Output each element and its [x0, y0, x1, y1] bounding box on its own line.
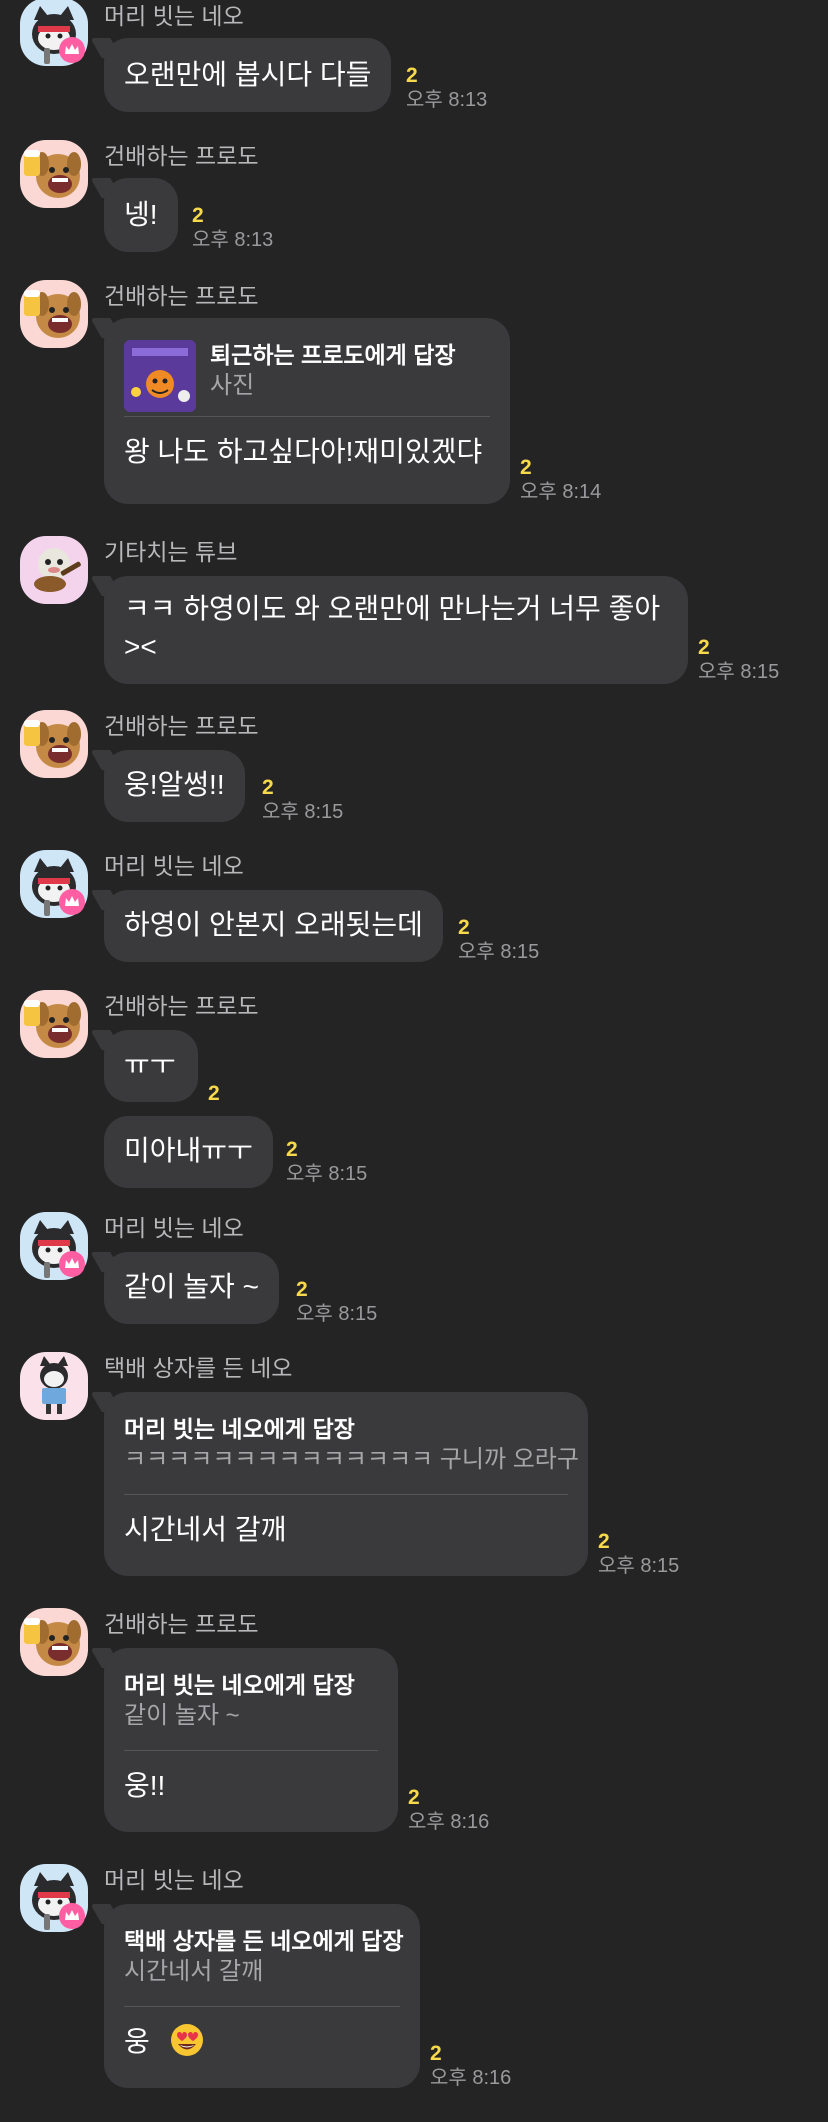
heart-eyes-emoji-icon [170, 2023, 204, 2057]
photo-thumbnail-icon[interactable] [124, 340, 196, 412]
message-bubble[interactable]: 하영이 안본지 오래됫는데 [104, 890, 443, 962]
reply-quote: 사진 [210, 372, 255, 399]
message-text-line: >< [124, 631, 157, 662]
unread-count: 2 [430, 2042, 442, 2065]
message-time: 오후 8:16 [408, 1811, 490, 1833]
message-time: 오후 8:15 [698, 661, 780, 683]
unread-count: 2 [262, 776, 274, 799]
neo-brushing-icon[interactable] [20, 850, 88, 918]
message-meta: 2 [208, 1082, 220, 1106]
message-time: 오후 8:13 [192, 229, 274, 251]
unread-count: 2 [520, 456, 532, 479]
sender-name: 건배하는 프로도 [104, 993, 259, 1019]
message-text: 왕 나도 하고싶다아!재미있겠댜 [124, 436, 483, 467]
reply-target: 택배 상자를 든 네오에게 답장 [124, 1928, 404, 1954]
frodo-cheers-icon[interactable] [20, 710, 88, 778]
message-meta: 2 오후 8:15 [458, 916, 539, 964]
message-bubble[interactable]: 웅!알썽!! [104, 750, 245, 822]
message-meta: 2 오후 8:13 [406, 64, 487, 112]
chat-room: 머리 빗는 네오 오랜만에 봅시다 다들 2 오후 8:13 건배하는 프로도 … [0, 0, 828, 2122]
unread-count: 2 [192, 204, 204, 227]
sender-name: 건배하는 프로도 [104, 713, 259, 739]
reply-bubble[interactable]: 머리 빗는 네오에게 답장 같이 놀자 ~ 웅!! [104, 1648, 398, 1832]
message-meta: 2 오후 8:13 [192, 204, 273, 252]
sender-name: 머리 빗는 네오 [104, 853, 244, 879]
reply-bubble[interactable]: 택배 상자를 든 네오에게 답장 시간네서 갈깨 웅 [104, 1904, 420, 2088]
message-bubble[interactable]: 오랜만에 봅시다 다들 [104, 38, 392, 112]
unread-count: 2 [458, 916, 470, 939]
message-meta: 2 오후 8:16 [430, 2042, 511, 2090]
sender-name: 머리 빗는 네오 [104, 3, 244, 29]
unread-count: 2 [598, 1530, 610, 1553]
neo-brushing-icon[interactable] [20, 1864, 88, 1932]
frodo-cheers-icon[interactable] [20, 140, 88, 208]
sender-name: 택배 상자를 든 네오 [104, 1355, 293, 1381]
reply-target: 머리 빗는 네오에게 답장 [124, 1416, 355, 1442]
message-meta: 2 오후 8:15 [698, 636, 779, 684]
message-bubble[interactable]: 같이 놀자 ~ [104, 1252, 279, 1324]
message-time: 오후 8:15 [458, 941, 540, 963]
unread-count: 2 [286, 1138, 298, 1161]
sender-name: 머리 빗는 네오 [104, 1867, 244, 1893]
reply-quote: 같이 놀자 ~ [124, 1702, 240, 1729]
reply-quote: 시간네서 갈깨 [124, 1958, 264, 1985]
message-text: 웅 [124, 2026, 150, 2057]
unread-count: 2 [698, 636, 710, 659]
reply-divider [124, 416, 490, 417]
frodo-cheers-icon[interactable] [20, 280, 88, 348]
message-time: 오후 8:15 [262, 801, 344, 823]
tube-guitar-icon[interactable] [20, 536, 88, 604]
message-time: 오후 8:16 [430, 2067, 512, 2089]
message-bubble[interactable]: 넹! [104, 178, 178, 252]
message-text-row: 웅 [124, 2023, 400, 2061]
message-bubble[interactable]: ㅠㅜ [104, 1030, 198, 1102]
message-text-line: ㅋㅋ 하영이도 와 오랜만에 만나는거 너무 좋아 [124, 593, 661, 624]
reply-divider [124, 2006, 400, 2007]
reply-divider [124, 1750, 378, 1751]
sender-name: 건배하는 프로도 [104, 283, 259, 309]
frodo-cheers-icon[interactable] [20, 990, 88, 1058]
message-meta: 2 오후 8:16 [408, 1786, 489, 1834]
message-meta: 2 오후 8:15 [296, 1278, 377, 1326]
message-meta: 2 오후 8:15 [598, 1530, 679, 1578]
reply-bubble[interactable]: 퇴근하는 프로도에게 답장 사진 왕 나도 하고싶다아!재미있겠댜 [104, 318, 510, 504]
reply-quote: ㅋㅋㅋㅋㅋㅋㅋㅋㅋㅋㅋㅋㅋㅋ 구니까 오라구 [124, 1446, 579, 1473]
message-time: 오후 8:14 [520, 481, 602, 503]
sender-name: 기타치는 튜브 [104, 539, 238, 565]
message-meta: 2 오후 8:14 [520, 456, 601, 504]
message-text: 시간네서 갈깨 [124, 1514, 287, 1545]
message-meta: 2 오후 8:15 [286, 1138, 367, 1186]
message-bubble[interactable]: 미아내ㅠㅜ [104, 1116, 273, 1188]
unread-count: 2 [408, 1786, 420, 1809]
message-time: 오후 8:15 [598, 1555, 680, 1577]
frodo-cheers-icon[interactable] [20, 1608, 88, 1676]
reply-divider [124, 1494, 568, 1495]
message-time: 오후 8:15 [286, 1163, 368, 1185]
sender-name: 머리 빗는 네오 [104, 1215, 244, 1241]
message-text: 웅!! [124, 1770, 166, 1801]
neo-box-icon[interactable] [20, 1352, 88, 1420]
message-time: 오후 8:13 [406, 89, 488, 111]
message-bubble[interactable]: ㅋㅋ 하영이도 와 오랜만에 만나는거 너무 좋아 >< [104, 576, 688, 684]
reply-target: 퇴근하는 프로도에게 답장 [210, 342, 456, 368]
neo-brushing-icon[interactable] [20, 0, 88, 66]
message-time: 오후 8:15 [296, 1303, 378, 1325]
reply-bubble[interactable]: 머리 빗는 네오에게 답장 ㅋㅋㅋㅋㅋㅋㅋㅋㅋㅋㅋㅋㅋㅋ 구니까 오라구 시간네… [104, 1392, 588, 1576]
reply-target: 머리 빗는 네오에게 답장 [124, 1672, 355, 1698]
neo-brushing-icon[interactable] [20, 1212, 88, 1280]
unread-count: 2 [296, 1278, 308, 1301]
sender-name: 건배하는 프로도 [104, 143, 259, 169]
unread-count: 2 [208, 1082, 220, 1105]
message-meta: 2 오후 8:15 [262, 776, 343, 824]
sender-name: 건배하는 프로도 [104, 1611, 259, 1637]
unread-count: 2 [406, 64, 418, 87]
